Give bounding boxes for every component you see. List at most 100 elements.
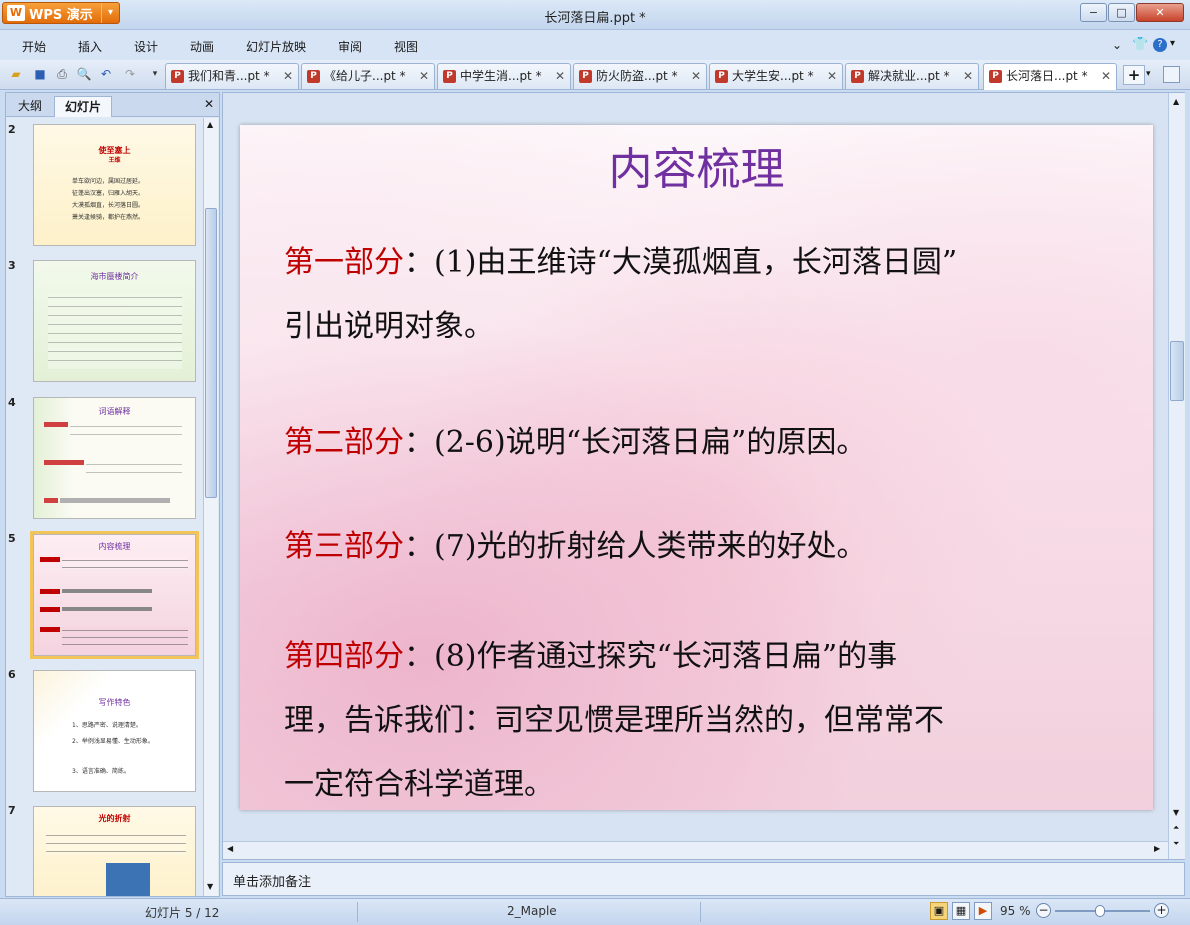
shirt-icon[interactable]: 👕 [1132, 37, 1148, 52]
menu-home[interactable]: 开始 [22, 38, 46, 55]
doc-tab-4[interactable]: P 防火防盗...pt * ✕ [573, 63, 707, 89]
slide-thumbnail-2[interactable]: 使至塞上 王维 单车欲问边，属国过居延。 征蓬出汉塞，归雁入胡天。 大漠孤烟直，… [33, 124, 196, 246]
close-tab-icon[interactable]: ✕ [827, 64, 837, 88]
scroll-down-icon[interactable]: ▼ [1173, 808, 1179, 817]
notes-placeholder[interactable]: 单击添加备注 [233, 871, 311, 890]
menu-insert[interactable]: 插入 [78, 38, 102, 55]
tab-list-icon[interactable] [1163, 66, 1180, 83]
slide-text-line[interactable]: 引出说明对象。 [284, 301, 494, 345]
ppt-file-icon: P [307, 70, 320, 83]
close-tab-icon[interactable]: ✕ [419, 64, 429, 88]
slide-sorter-view-icon[interactable]: ▦ [952, 902, 970, 920]
menu-slideshow[interactable]: 幻灯片放映 [246, 38, 306, 55]
doc-tab-5[interactable]: P 大学生安...pt * ✕ [709, 63, 843, 89]
slideshow-view-icon[interactable]: ▶ [974, 902, 992, 920]
thumb-line: 单车欲问边，属国过居延。 [72, 178, 145, 185]
editor-vertical-scrollbar[interactable]: ▲ ▼ ⏶ ⏷ [1168, 93, 1185, 859]
scroll-up-icon[interactable]: ▲ [207, 120, 213, 129]
part-text: ：(2-6)说明“长河落日扁”的原因。 [404, 425, 867, 460]
slide-thumbnail-4[interactable]: 词语解释 [33, 397, 196, 519]
thumb-text-block [70, 422, 182, 442]
print-icon[interactable]: ⎙ [54, 66, 70, 82]
scroll-up-icon[interactable]: ▲ [1173, 97, 1179, 106]
next-slide-icon[interactable]: ⏷ [1173, 839, 1179, 849]
tab-outline[interactable]: 大纲 [10, 96, 50, 117]
menu-design[interactable]: 设计 [134, 38, 158, 55]
zoom-out-icon[interactable]: − [1036, 903, 1051, 918]
theme-name: 2_Maple [507, 904, 557, 918]
thumb-red-marker [40, 607, 60, 612]
thumb-red-marker [44, 422, 68, 427]
scroll-left-icon[interactable]: ◀ [227, 844, 233, 853]
minimize-button[interactable]: − [1080, 3, 1107, 22]
new-tab-plus-icon[interactable]: + [1123, 65, 1145, 85]
slide-panel: 大纲 幻灯片 ✕ 2 使至塞上 王维 单车欲问边，属国过居延。 征蓬出汉塞，归雁… [5, 92, 220, 897]
thumb-line: 3、语言准确、简练。 [72, 768, 130, 775]
thumb-text-block [48, 347, 182, 369]
slide-thumbnail-5-selected[interactable]: 内容梳理 [30, 531, 199, 659]
close-button[interactable]: ✕ [1136, 3, 1184, 22]
notes-pane[interactable]: 单击添加备注 [222, 862, 1185, 896]
slide-thumbnail-7[interactable]: 光的折射 [33, 806, 196, 896]
quick-access-menu-icon[interactable]: ▾ [147, 66, 163, 82]
slide-canvas[interactable]: 内容梳理 第一部分：(1)由王维诗“大漠孤烟直，长河落日圆” 引出说明对象。 第… [240, 125, 1153, 810]
tab-slides[interactable]: 幻灯片 [54, 96, 112, 117]
thumb-subtitle: 王维 [108, 157, 121, 164]
thumb-image [106, 863, 150, 896]
help-icon[interactable]: ? [1153, 38, 1167, 52]
redo-icon[interactable]: ↷ [122, 66, 138, 82]
doc-tab-3[interactable]: P 中学生消...pt * ✕ [437, 63, 571, 89]
slide-number: 4 [8, 396, 16, 409]
thumb-red-marker [40, 589, 60, 594]
scroll-thumb[interactable] [205, 208, 217, 498]
slide-text-line[interactable]: 第三部分：(7)光的折射给人类带来的好处。 [284, 521, 867, 565]
zoom-slider-thumb[interactable] [1095, 905, 1106, 917]
close-tab-icon[interactable]: ✕ [555, 64, 565, 88]
doc-tab-label: 长河落日...pt * [1006, 69, 1088, 83]
scroll-right-icon[interactable]: ▶ [1154, 844, 1160, 853]
thumb-text-block [62, 607, 152, 611]
close-panel-icon[interactable]: ✕ [204, 97, 214, 111]
undo-icon[interactable]: ↶ [98, 66, 114, 82]
scroll-thumb[interactable] [1170, 341, 1184, 401]
slide-title[interactable]: 内容梳理 [240, 133, 1153, 197]
part-label: 第三部分 [284, 529, 404, 564]
previous-slide-icon[interactable]: ⏶ [1173, 823, 1179, 833]
close-tab-icon[interactable]: ✕ [283, 64, 293, 88]
doc-tab-7-active[interactable]: P 长河落日...pt * ✕ [983, 63, 1117, 90]
save-icon[interactable]: ■ [32, 66, 48, 82]
close-tab-icon[interactable]: ✕ [691, 64, 701, 88]
slide-thumbnail-6[interactable]: 写作特色 1、思路严密、说理清楚。 2、举例浅显易懂、生动形象。 3、语言准确、… [33, 670, 196, 792]
status-bar: 幻灯片 5 / 12 2_Maple ▣ ▦ ▶ 95 % − + [0, 898, 1190, 925]
part-text: ：(8)作者通过探究“长河落日扁”的事 [404, 639, 898, 674]
new-tab-menu-chevron-icon[interactable]: ▾ [1146, 69, 1151, 79]
scroll-down-icon[interactable]: ▼ [207, 882, 213, 891]
menu-view[interactable]: 视图 [394, 38, 418, 55]
slide-counter: 幻灯片 5 / 12 [145, 906, 220, 920]
chevron-down-icon[interactable]: ⌄ [1112, 38, 1122, 52]
menu-animation[interactable]: 动画 [190, 38, 214, 55]
maximize-button[interactable]: □ [1108, 3, 1135, 22]
zoom-level: 95 % [1000, 904, 1031, 918]
print-preview-icon[interactable]: 🔍 [76, 66, 92, 82]
slide-text-line[interactable]: 第四部分：(8)作者通过探究“长河落日扁”的事 [284, 631, 897, 675]
zoom-in-icon[interactable]: + [1154, 903, 1169, 918]
help-menu-chevron-icon[interactable]: ▾ [1170, 38, 1175, 49]
thumbnail-scrollbar[interactable]: ▲ ▼ [203, 118, 218, 896]
menu-review[interactable]: 审阅 [338, 38, 362, 55]
doc-tab-label: 中学生消...pt * [460, 69, 542, 83]
editor-horizontal-scrollbar[interactable]: ◀ ▶ [223, 841, 1168, 859]
open-icon[interactable]: ▰ [8, 66, 24, 82]
doc-tab-2[interactable]: P 《给儿子...pt * ✕ [301, 63, 435, 89]
close-tab-icon[interactable]: ✕ [1101, 64, 1111, 88]
slide-number: 2 [8, 123, 16, 136]
slide-text-line[interactable]: 第二部分：(2-6)说明“长河落日扁”的原因。 [284, 417, 866, 461]
close-tab-icon[interactable]: ✕ [963, 64, 973, 88]
slide-text-line[interactable]: 第一部分：(1)由王维诗“大漠孤烟直，长河落日圆” [284, 237, 957, 281]
doc-tab-1[interactable]: P 我们和青...pt * ✕ [165, 63, 299, 89]
doc-tab-6[interactable]: P 解决就业...pt * ✕ [845, 63, 979, 89]
slide-text-line[interactable]: 一定符合科学道理。 [284, 759, 554, 803]
slide-text-line[interactable]: 理，告诉我们：司空见惯是理所当然的，但常常不 [284, 695, 944, 739]
slide-thumbnail-3[interactable]: 海市蜃楼简介 [33, 260, 196, 382]
normal-view-icon[interactable]: ▣ [930, 902, 948, 920]
